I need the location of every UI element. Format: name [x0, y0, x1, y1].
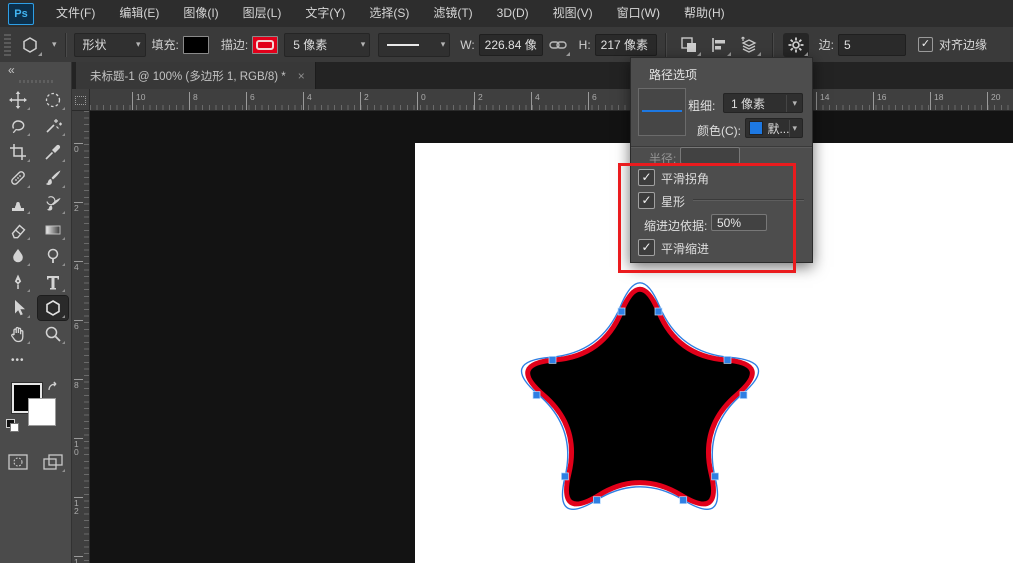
thickness-label: 粗细: — [688, 99, 716, 113]
horizontal-ruler: 10 8 6 4 2 0 2 4 6 8 10 12 14 16 18 20 — [90, 89, 1013, 111]
thickness-value: 1 像素 — [731, 96, 766, 111]
edit-toolbar-icon[interactable]: ••• — [3, 348, 33, 372]
options-bar-grip[interactable] — [4, 33, 11, 56]
close-icon[interactable]: × — [298, 69, 305, 83]
toolbar-grip[interactable] — [18, 80, 53, 83]
menu-filter[interactable]: 滤镜(T) — [421, 0, 484, 27]
eyedropper-tool[interactable] — [38, 140, 68, 164]
tools-panel: « ••• — [0, 62, 72, 563]
menu-bar: Ps 文件(F) 编辑(E) 图像(I) 图层(L) 文字(Y) 选择(S) 滤… — [0, 0, 1013, 28]
menu-edit[interactable]: 编辑(E) — [107, 0, 171, 27]
background-color-swatch[interactable] — [28, 398, 56, 426]
menu-file[interactable]: 文件(F) — [44, 0, 107, 27]
chevron-down-icon: ▾ — [136, 39, 141, 49]
options-bar: ▾ 形状 ▾ 填充: 描边: 5 像素 ▾ ▾ W: 226.84 像 H: 2… — [0, 27, 1013, 63]
menu-select[interactable]: 选择(S) — [357, 0, 421, 27]
thickness-dropdown[interactable]: 1 像素 ▾ — [723, 93, 803, 113]
stroke-swatch[interactable] — [252, 35, 279, 54]
pen-tool[interactable] — [3, 270, 33, 294]
magic-wand-tool[interactable] — [38, 114, 68, 138]
path-color-value: 默... — [767, 121, 790, 136]
path-color-dropdown[interactable]: 默... ▾ — [745, 118, 803, 138]
align-edges-checkbox[interactable]: ✓ — [918, 37, 934, 52]
photoshop-window: Ps 文件(F) 编辑(E) 图像(I) 图层(L) 文字(Y) 选择(S) 滤… — [0, 0, 1013, 563]
align-edges-label: 对齐边缘 — [939, 38, 988, 52]
menu-view[interactable]: 视图(V) — [541, 0, 605, 27]
menu-3d[interactable]: 3D(D) — [485, 0, 541, 27]
document-tab[interactable]: 未标题-1 @ 100% (多边形 1, RGB/8) * × — [76, 62, 316, 89]
height-field[interactable]: 217 像素 — [594, 33, 657, 56]
path-preview — [638, 88, 686, 136]
photoshop-logo: Ps — [8, 2, 34, 25]
stroke-style-dropdown[interactable]: ▾ — [378, 32, 451, 57]
link-dimensions-icon[interactable] — [545, 33, 571, 57]
radius-field[interactable] — [680, 147, 740, 164]
menu-window[interactable]: 窗口(W) — [605, 0, 672, 27]
chevron-down-icon: ▾ — [786, 94, 800, 112]
eraser-tool[interactable] — [3, 218, 33, 242]
path-arrangement-icon[interactable] — [736, 33, 762, 57]
width-label: W: — [460, 37, 475, 52]
chevron-down-icon: ▾ — [789, 119, 800, 137]
clone-stamp-tool[interactable] — [3, 192, 33, 216]
solid-line-icon — [387, 43, 420, 46]
blur-tool[interactable] — [3, 244, 33, 268]
default-colors-icon[interactable] — [6, 419, 19, 432]
move-tool[interactable] — [3, 88, 33, 112]
quick-mask-icon[interactable] — [3, 450, 33, 474]
tool-preset-polygon-icon[interactable] — [17, 33, 43, 57]
lasso-tool[interactable] — [3, 114, 33, 138]
sides-label: 边: — [818, 38, 835, 52]
document-tab-bar: 未标题-1 @ 100% (多边形 1, RGB/8) * × — [72, 62, 1013, 89]
stroke-label: 描边: — [220, 38, 249, 52]
sides-field[interactable]: 5 — [838, 33, 907, 56]
fill-swatch[interactable] — [182, 35, 209, 54]
menu-help[interactable]: 帮助(H) — [672, 0, 737, 27]
chevron-down-icon: ▾ — [360, 39, 366, 49]
path-color-chip — [749, 121, 764, 135]
screen-mode-icon[interactable] — [38, 450, 68, 474]
hand-tool[interactable] — [3, 322, 33, 346]
crop-tool[interactable] — [3, 140, 33, 164]
shape-settings-gear-icon[interactable] — [782, 32, 809, 57]
tool-mode-value: 形状 — [82, 38, 107, 52]
brush-tool[interactable] — [38, 166, 68, 190]
tool-preset-chevron-icon[interactable]: ▾ — [52, 39, 57, 50]
menu-layer[interactable]: 图层(L) — [231, 0, 294, 27]
swap-colors-icon[interactable] — [46, 381, 62, 395]
chevron-down-icon: ▾ — [440, 39, 446, 49]
color-swatches — [6, 381, 64, 435]
zoom-tool[interactable] — [38, 322, 68, 346]
polygon-tool[interactable] — [37, 295, 70, 321]
dodge-tool[interactable] — [38, 244, 68, 268]
collapse-toolbar-icon[interactable]: « — [0, 62, 71, 77]
width-field[interactable]: 226.84 像 — [478, 33, 543, 56]
type-tool[interactable] — [38, 270, 68, 294]
gradient-tool[interactable] — [38, 218, 68, 242]
document-title: 未标题-1 @ 100% (多边形 1, RGB/8) * — [90, 70, 286, 83]
ruler-corner[interactable] — [72, 89, 90, 111]
menu-image[interactable]: 图像(I) — [171, 0, 230, 27]
elliptical-marquee-tool[interactable] — [38, 88, 68, 112]
menu-type[interactable]: 文字(Y) — [293, 0, 357, 27]
ruler-origin-icon — [75, 96, 86, 105]
stroke-width-dropdown[interactable]: 5 像素 ▾ — [284, 32, 371, 57]
fill-label: 填充: — [151, 38, 179, 52]
path-operations-icon[interactable] — [676, 33, 702, 57]
path-color-label: 颜色(C): — [697, 124, 741, 138]
history-brush-tool[interactable] — [38, 192, 68, 216]
stroke-width-value: 5 像素 — [293, 38, 328, 52]
tool-mode-dropdown[interactable]: 形状 ▾ — [73, 32, 146, 57]
annotation-highlight-box — [618, 163, 796, 273]
vertical-ruler: 0 2 4 6 8 10 12 14 — [72, 111, 90, 563]
panel-title: 路径选项 — [649, 68, 698, 82]
path-preview-line — [642, 110, 682, 112]
spot-healing-brush-tool[interactable] — [3, 166, 33, 190]
path-selection-tool[interactable] — [3, 296, 33, 320]
height-label: H: — [578, 37, 591, 52]
path-alignment-icon[interactable] — [706, 33, 732, 57]
